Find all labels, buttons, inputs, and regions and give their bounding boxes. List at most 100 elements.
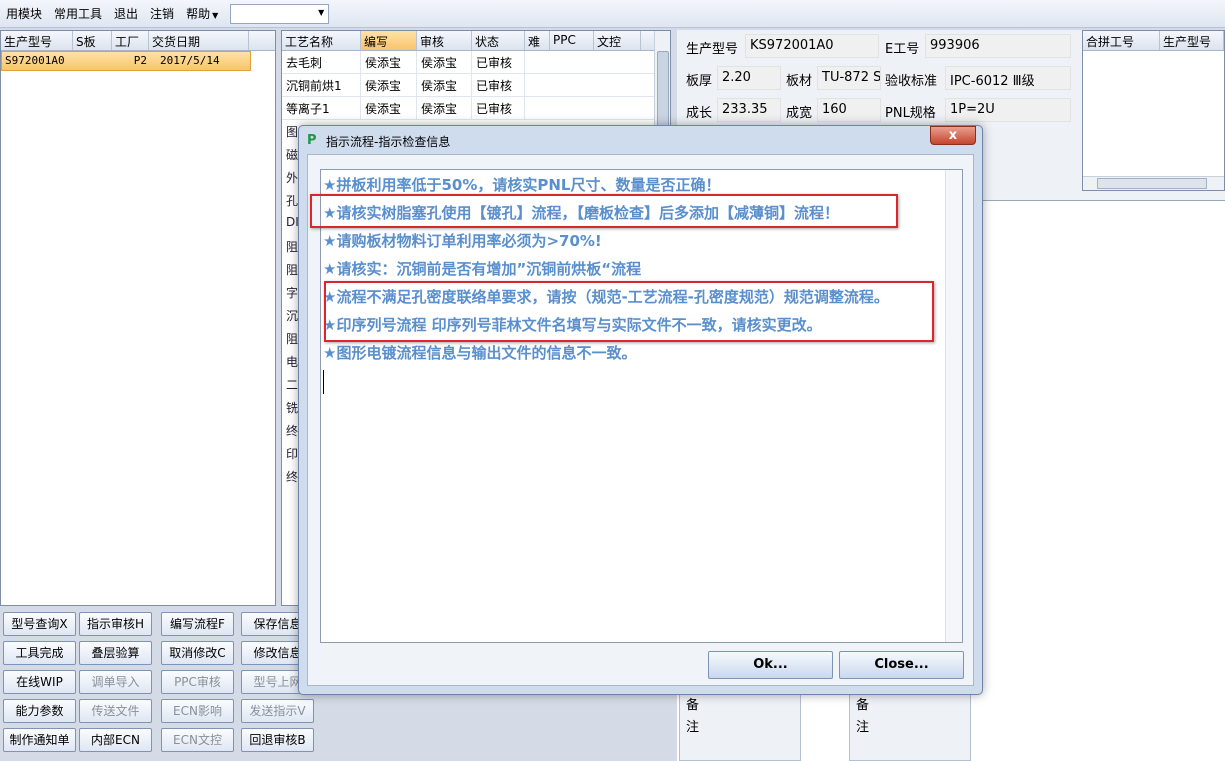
pnl-field[interactable]: 1P=2U — [945, 98, 1071, 122]
col-header-sboard[interactable]: S板 — [73, 31, 112, 50]
process-status: 已审核 — [472, 51, 525, 73]
action-button[interactable]: 回退审核B — [241, 728, 314, 752]
menubar: 用模块 常用工具 退出 注销 帮助 ▼ ▼ — [0, 0, 1225, 28]
action-button[interactable]: 型号查询X — [3, 612, 76, 636]
process-status: 已审核 — [472, 97, 525, 119]
col-header-doc[interactable]: 文控 — [594, 31, 641, 50]
col-header-reviewer[interactable]: 审核 — [417, 31, 472, 50]
table-row[interactable]: 沉铜前烘1 侯添宝 侯添宝 已审核 — [282, 74, 670, 97]
material-field[interactable]: TU-872 S — [817, 66, 881, 90]
chevron-down-icon[interactable]: ▼ — [318, 8, 324, 17]
action-button[interactable]: 编写流程F — [161, 612, 234, 636]
model-field[interactable]: KS972001A0 — [745, 34, 879, 58]
process-name: 图 — [286, 125, 299, 139]
col-header-writer[interactable]: 编写 — [361, 31, 417, 50]
merge-grid-header: 合拼工号 生产型号 — [1083, 31, 1224, 51]
standard-field[interactable]: IPC-6012 Ⅲ级 — [945, 66, 1071, 90]
menu-help[interactable]: 帮助 ▼ — [180, 5, 224, 22]
action-button[interactable]: 调单导入 — [79, 670, 152, 694]
action-button[interactable]: 内部ECN — [79, 728, 152, 752]
col-header-status[interactable]: 状态 — [472, 31, 525, 50]
action-button[interactable]: 传送文件 — [79, 699, 152, 723]
col-header-merge-no[interactable]: 合拼工号 — [1083, 31, 1160, 50]
message-textbox[interactable]: ★拼板利用率低于50%，请核实PNL尺寸、数量是否正确！ ★请核实树脂塞孔使用【镀… — [320, 169, 963, 643]
highlight-box — [324, 281, 934, 342]
process-name: 终 — [286, 424, 299, 438]
dialog-body: ★拼板利用率低于50%，请核实PNL尺寸、数量是否正确！ ★请核实树脂塞孔使用【镀… — [307, 154, 974, 686]
message-line: ★请购板材物料订单利用率必须为>70%! — [323, 232, 602, 250]
note-box-2[interactable]: 备 注 — [849, 690, 971, 761]
close-button[interactable]: Close... — [839, 651, 964, 679]
ok-button[interactable]: Ok... — [708, 651, 833, 679]
action-button[interactable]: 能力参数 — [3, 699, 76, 723]
col-header-merge-model[interactable]: 生产型号 — [1160, 31, 1224, 50]
model-label: 生产型号 — [686, 42, 739, 57]
scrollbar-thumb[interactable] — [657, 51, 669, 131]
menu-tools[interactable]: 常用工具 — [48, 5, 108, 22]
process-writer: 侯添宝 — [361, 74, 417, 96]
process-name: 孔 — [286, 194, 299, 208]
table-row[interactable]: 等离子1 侯添宝 侯添宝 已审核 — [282, 97, 670, 120]
process-name: 沉 — [286, 309, 299, 323]
merge-h-scrollbar[interactable] — [1083, 176, 1224, 190]
table-row[interactable]: 去毛刺 侯添宝 侯添宝 已审核 — [282, 51, 670, 74]
action-button[interactable]: 制作通知单 — [3, 728, 76, 752]
menu-logout[interactable]: 注销 — [144, 5, 180, 22]
col-header-process[interactable]: 工艺名称 — [282, 31, 361, 50]
message-line: ★请核实：沉铜前是否有增加”沉铜前烘板“流程 — [323, 260, 642, 278]
process-name: 铣 — [286, 401, 299, 415]
col-header-factory[interactable]: 工厂 — [112, 31, 149, 50]
col-header-ppc[interactable]: PPC — [550, 31, 594, 50]
merge-grid[interactable]: 合拼工号 生产型号 — [1082, 30, 1225, 191]
action-button[interactable]: ECN文控 — [161, 728, 234, 752]
note-label-1: 备 注 — [686, 698, 700, 735]
scrollbar-thumb[interactable] — [1097, 178, 1207, 189]
action-button[interactable]: ECN影响 — [161, 699, 234, 723]
order-model: S972001A0 — [5, 54, 65, 67]
thickness-field[interactable]: 2.20 — [717, 66, 781, 90]
process-writer: 侯添宝 — [361, 51, 417, 73]
action-button[interactable]: 工具完成 — [3, 641, 76, 665]
process-name: 印 — [286, 447, 299, 461]
width-field[interactable]: 160 — [817, 98, 881, 122]
process-reviewer: 侯添宝 — [417, 97, 472, 119]
col-header-date[interactable]: 交货日期 — [149, 31, 249, 50]
process-reviewer: 侯添宝 — [417, 74, 472, 96]
action-button[interactable]: PPC审核 — [161, 670, 234, 694]
process-name: 磁 — [286, 148, 299, 162]
process-name: 去毛刺 — [282, 51, 361, 73]
action-button[interactable]: 指示审核H — [79, 612, 152, 636]
col-header-difficulty[interactable]: 难 — [525, 31, 550, 50]
process-name: DI — [286, 215, 299, 229]
width-label: 成宽 — [786, 106, 813, 121]
action-button[interactable]: 在线WIP — [3, 670, 76, 694]
text-caret — [323, 370, 324, 394]
standard-label: 验收标准 — [885, 74, 938, 89]
action-button[interactable]: 叠层验算 — [79, 641, 152, 665]
process-name: 等离子1 — [282, 97, 361, 119]
pnl-label: PNL规格 — [885, 106, 936, 121]
process-name: 电 — [286, 355, 299, 369]
dialog-title: 指示流程-指示检查信息 — [326, 134, 451, 149]
process-writer: 侯添宝 — [361, 97, 417, 119]
menu-combo-box[interactable]: ▼ — [230, 3, 330, 24]
menu-exit[interactable]: 退出 — [108, 5, 144, 22]
action-button[interactable]: 发送指示V — [241, 699, 314, 723]
length-field[interactable]: 233.35 — [717, 98, 781, 122]
order-grid[interactable]: 生产型号 S板 工厂 交货日期 S972001A0 P2 2017/5/14 — [0, 30, 276, 606]
process-name: 终 — [286, 470, 299, 484]
order-factory: P2 — [133, 54, 147, 67]
action-button[interactable]: 取消修改C — [161, 641, 234, 665]
app-icon: P — [307, 133, 317, 148]
process-grid-header: 工艺名称 编写 审核 状态 难 PPC 文控 — [282, 31, 670, 51]
col-header-model[interactable]: 生产型号 — [1, 31, 73, 50]
order-row-selected[interactable]: S972001A0 P2 2017/5/14 — [1, 51, 251, 71]
eno-label: E工号 — [885, 42, 920, 57]
close-icon[interactable]: x — [930, 126, 976, 145]
message-scrollbar[interactable] — [945, 170, 962, 642]
eno-field[interactable]: 993906 — [925, 34, 1071, 58]
menu-module[interactable]: 用模块 — [0, 5, 48, 22]
note-box-1[interactable]: 备 注 — [679, 690, 801, 761]
process-name: 阻 — [286, 332, 299, 346]
material-label: 板材 — [786, 74, 813, 89]
